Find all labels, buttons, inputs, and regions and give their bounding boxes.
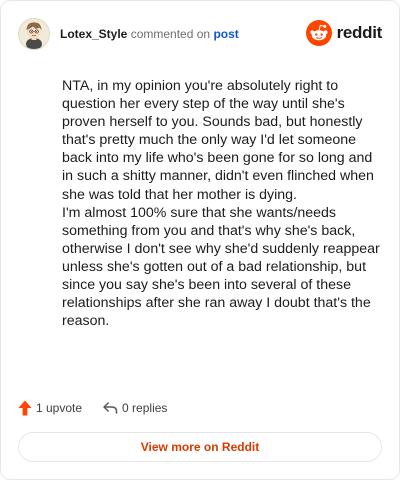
replies-count: 0 replies (122, 401, 168, 415)
avatar-character-icon (19, 19, 49, 49)
upvote-arrow-icon (18, 400, 32, 416)
comment-paragraph: NTA, in my opinion you're absolutely rig… (62, 78, 374, 203)
view-more-button[interactable]: View more on Reddit (18, 432, 382, 462)
post-link[interactable]: post (213, 27, 238, 41)
header-text: Lotex_Style commented on post (60, 26, 239, 42)
comment-embed-card: Lotex_Style commented on post reddit NTA… (0, 0, 400, 480)
commented-on-text: commented on (130, 27, 211, 41)
reddit-brand[interactable]: reddit (305, 20, 383, 46)
comment-paragraph: I'm almost 100% sure that she wants/need… (62, 204, 380, 330)
reply-arrow-icon (102, 401, 118, 415)
upvote-button[interactable]: 1 upvote (18, 400, 82, 416)
comment-header: Lotex_Style commented on post (18, 18, 239, 50)
comment-body: NTA, in my opinion you're absolutely rig… (62, 77, 384, 330)
comment-actions: 1 upvote 0 replies (18, 399, 167, 417)
replies-button[interactable]: 0 replies (102, 401, 167, 415)
user-avatar[interactable] (18, 18, 50, 50)
upvote-count: 1 upvote (36, 401, 83, 415)
username[interactable]: Lotex_Style (60, 27, 127, 41)
reddit-wordmark: reddit (336, 23, 383, 42)
reddit-logo-icon (305, 20, 332, 46)
